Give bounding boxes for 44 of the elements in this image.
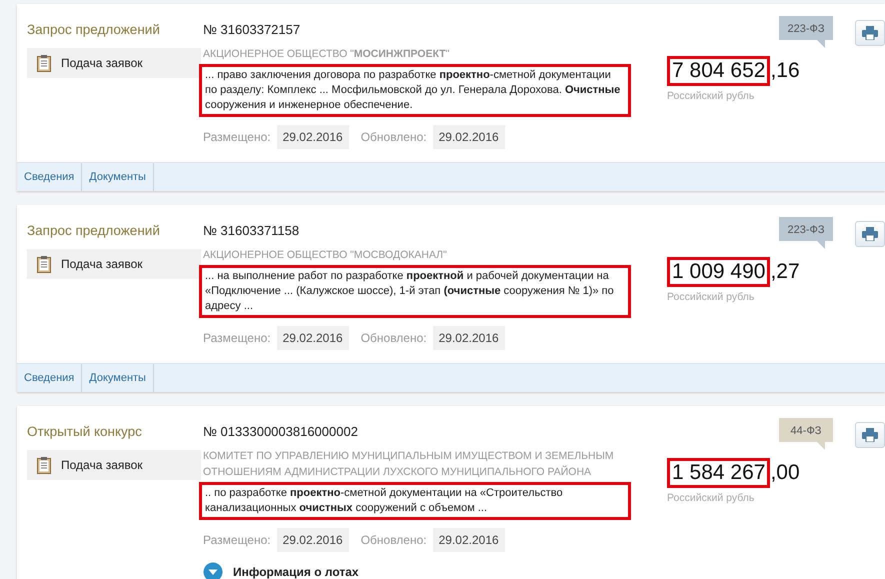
tender-number[interactable]: № 0133300003816000002: [203, 424, 653, 448]
currency-label: Российский рубль: [667, 492, 754, 504]
status-label: Подача заявок: [27, 48, 201, 78]
currency-label: Российский рубль: [667, 90, 754, 102]
status-label: Подача заявок: [27, 450, 201, 480]
card-tab[interactable]: Документы: [82, 163, 154, 191]
procedure-type-link[interactable]: Запрос предложений: [27, 223, 203, 245]
price-amount: 1 584 267: [667, 458, 770, 488]
updated-date: 29.02.2016: [432, 326, 505, 350]
law-badge: 44-ФЗ: [779, 418, 833, 450]
tender-description: .. по разработке проектно-сметной документации на «Строительство канализационных очистных сооружений с объемом ...: [199, 482, 631, 520]
posted-date: 29.02.2016: [276, 125, 349, 149]
law-badge: 223-ФЗ: [779, 16, 833, 48]
updated-label: Обновлено:: [360, 331, 427, 345]
price-cents: ,27: [770, 260, 800, 284]
law-badge: 223-ФЗ: [779, 217, 833, 249]
updated-label: Обновлено:: [360, 130, 427, 144]
currency-label: Российский рубль: [667, 291, 754, 303]
posted-label: Размещено:: [203, 331, 271, 345]
card-tab[interactable]: Сведения: [17, 163, 82, 191]
updated-label: Обновлено:: [360, 533, 427, 547]
tender-description: ... право заключения договора по разработке проектно-сметной документации по разделу: Комплекс ... Мосфильмовской до ул. Генерала Дорохова. Очистные сооружения и инженерное обеспечение.: [199, 64, 631, 117]
procedure-type-link[interactable]: Открытый конкурс: [27, 424, 203, 446]
card-tab[interactable]: Сведения: [17, 364, 82, 392]
tender-description: ... на выполнение работ по разработке проектной и рабочей документации на «Подключение ... (Калужское шоссе), 1-й этап (очистные сооружения № 1)» по адресу ...: [199, 265, 631, 318]
card-tab[interactable]: Документы: [82, 364, 154, 392]
status-label: Подача заявок: [27, 249, 201, 279]
posted-label: Размещено:: [203, 130, 271, 144]
posted-label: Размещено:: [203, 533, 271, 547]
lots-info-toggle[interactable]: Информация о лотах: [233, 565, 359, 579]
customer-name[interactable]: АКЦИОНЕРНОЕ ОБЩЕСТВО "МОСВОДОКАНАЛ": [203, 247, 653, 263]
customer-name[interactable]: КОМИТЕТ ПО УПРАВЛЕНИЮ МУНИЦИПАЛЬНЫМ ИМУЩЕСТВОМ И ЗЕМЕЛЬНЫМ ОТНОШЕНИЯМ АДМИНИСТРАЦИИ ЛУХСКОГО МУНИЦИПАЛЬНОГО РАЙОНА: [203, 448, 653, 480]
tender-number[interactable]: № 31603372157: [203, 22, 653, 46]
customer-name[interactable]: АКЦИОНЕРНОЕ ОБЩЕСТВО "МОСИНЖПРОЕКТ": [203, 46, 653, 62]
price-amount: 7 804 652: [667, 56, 770, 86]
posted-date: 29.02.2016: [276, 326, 349, 350]
tender-number[interactable]: № 31603371158: [203, 223, 653, 247]
updated-date: 29.02.2016: [432, 125, 505, 149]
price-cents: ,16: [770, 59, 800, 83]
procedure-type-link[interactable]: Запрос предложений: [27, 22, 203, 44]
updated-date: 29.02.2016: [432, 528, 505, 552]
price-cents: ,00: [770, 461, 800, 485]
posted-date: 29.02.2016: [276, 528, 349, 552]
price-amount: 1 009 490: [667, 257, 770, 287]
